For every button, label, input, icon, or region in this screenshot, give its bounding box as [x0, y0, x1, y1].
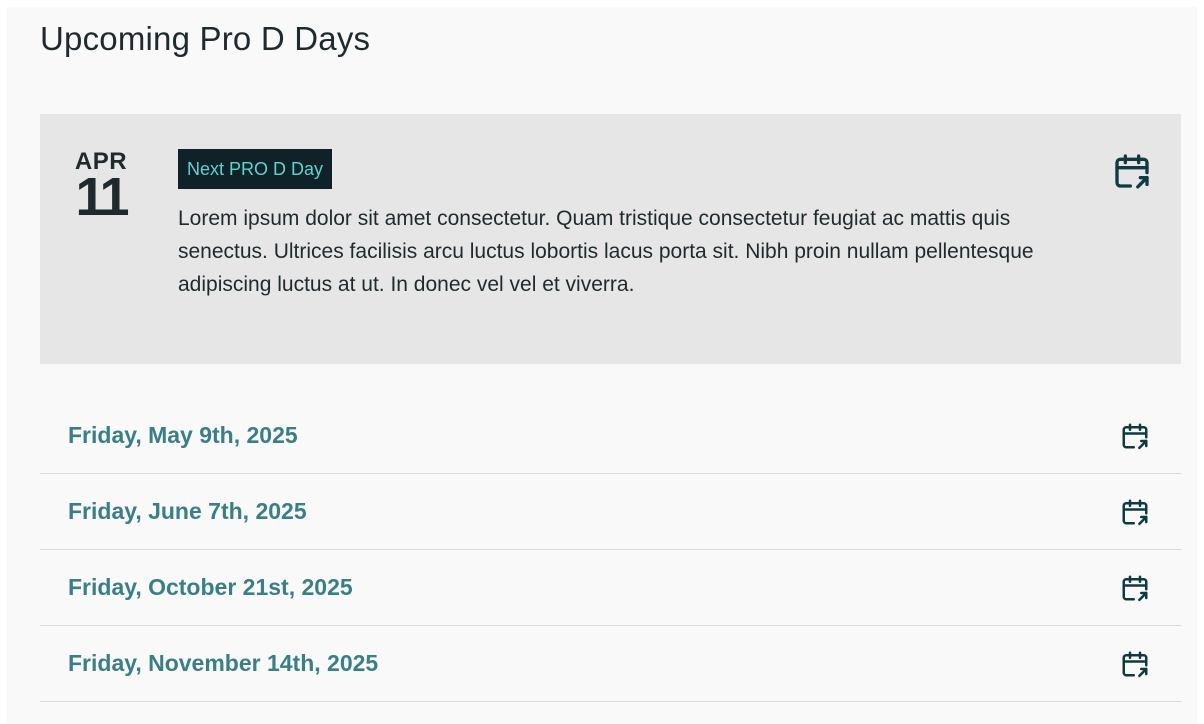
calendar-export-icon[interactable] [1120, 420, 1150, 452]
next-pro-d-day-badge: Next PRO D Day [178, 149, 333, 189]
event-date: Friday, October 21st, 2025 [68, 574, 353, 600]
pro-d-days-panel: Upcoming Pro D Days APR 11 Next PRO D Da… [7, 7, 1197, 724]
event-row[interactable]: Friday, November 14th, 2025 [40, 626, 1181, 702]
event-row[interactable]: Friday, June 7th, 2025 [40, 474, 1181, 550]
calendar-export-icon[interactable] [1120, 572, 1150, 604]
date-block: APR 11 [68, 148, 134, 227]
event-date: Friday, June 7th, 2025 [68, 498, 307, 524]
event-row[interactable]: Friday, October 21st, 2025 [40, 550, 1181, 626]
calendar-export-icon[interactable] [1120, 648, 1150, 680]
section-title: Upcoming Pro D Days [40, 20, 371, 57]
event-date: Friday, May 9th, 2025 [68, 422, 298, 448]
featured-event-card: APR 11 Next PRO D Day Lorem ipsum dolor … [40, 114, 1181, 364]
featured-description: Lorem ipsum dolor sit amet consectetur. … [178, 207, 1034, 296]
upcoming-events-list: Friday, May 9th, 2025 Friday, June 7th, … [40, 398, 1181, 702]
calendar-export-icon[interactable] [1112, 150, 1152, 192]
event-row[interactable]: Friday, May 9th, 2025 [40, 398, 1181, 474]
event-date: Friday, November 14th, 2025 [68, 650, 379, 676]
calendar-export-icon[interactable] [1120, 496, 1150, 528]
date-day: 11 [75, 167, 129, 227]
